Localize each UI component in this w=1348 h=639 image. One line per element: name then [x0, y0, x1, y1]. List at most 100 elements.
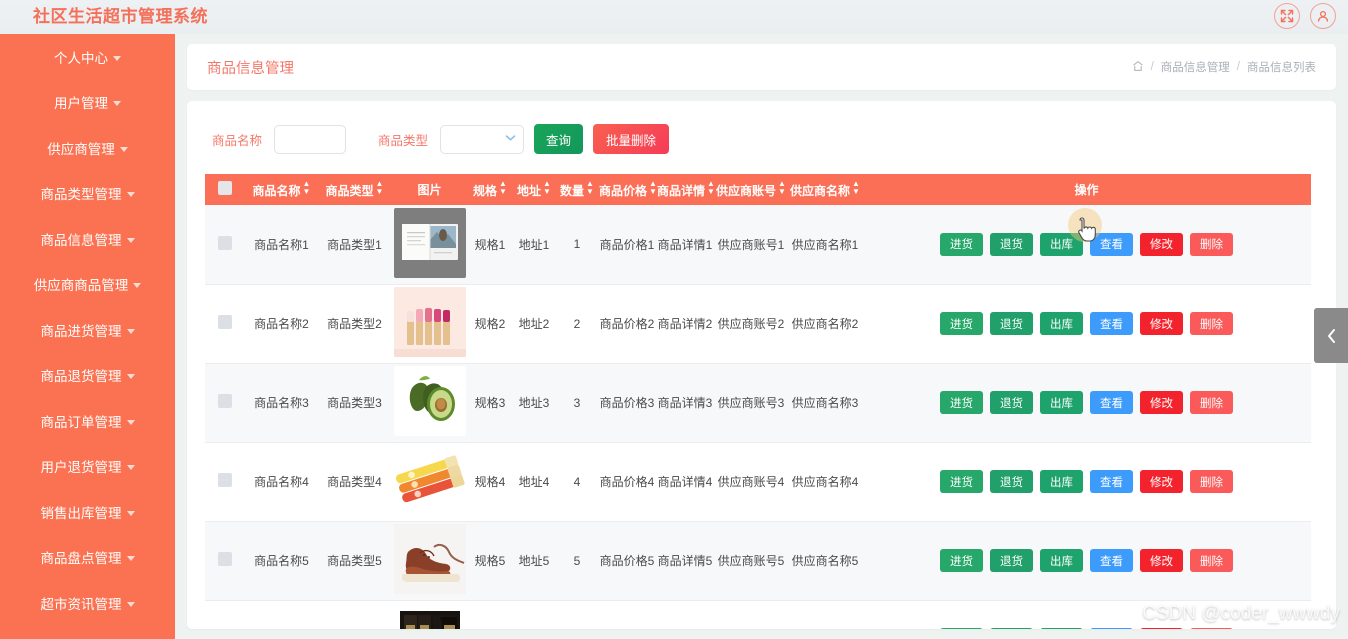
sidebar-item-4[interactable]: 商品信息管理: [0, 216, 175, 262]
cell-product-type: 商品类型4: [318, 442, 391, 522]
cell-spec: 规格3: [468, 363, 512, 443]
expand-arrows-icon[interactable]: [1274, 3, 1300, 29]
delete-button[interactable]: 删除: [1190, 312, 1233, 335]
row-checkbox[interactable]: [218, 235, 232, 250]
edit-button[interactable]: 修改: [1140, 549, 1183, 572]
col-product-name[interactable]: 商品名称 ▲ ▼: [245, 174, 318, 205]
edit-button[interactable]: 修改: [1140, 628, 1183, 629]
main-content: 商品信息管理 / 商品信息管理 / 商品信息列表 商品名称 商品类型 查询 批量…: [175, 34, 1348, 639]
row-checkbox[interactable]: [218, 473, 232, 487]
sidebar-item-1[interactable]: 用户管理: [0, 80, 175, 126]
view-button[interactable]: 查看: [1090, 391, 1133, 414]
topbar-actions: [1274, 3, 1336, 29]
restock-button[interactable]: 进货: [940, 312, 983, 335]
restock-button[interactable]: 进货: [940, 232, 983, 256]
cell-quantity: 5: [556, 521, 598, 601]
col-supplier-account[interactable]: 供应商账号 ▲ ▼: [714, 174, 788, 205]
sidebar-item-10[interactable]: 销售出库管理: [0, 489, 175, 535]
cell-price: 商品价格4: [598, 442, 656, 522]
select-all-checkbox[interactable]: [218, 181, 232, 195]
delete-button[interactable]: 删除: [1190, 391, 1233, 414]
return-button[interactable]: 退货: [990, 549, 1033, 572]
view-button[interactable]: 查看: [1090, 232, 1133, 256]
sidebar-item-8[interactable]: 商品订单管理: [0, 398, 175, 444]
col-label: 规格: [473, 184, 498, 198]
content-panel: 商品名称 商品类型 查询 批量删除 商品名称 ▲ ▼ 商品类型 ▲ ▼ 图片 规…: [187, 101, 1336, 629]
delete-button[interactable]: 删除: [1190, 232, 1233, 256]
sidebar-item-5[interactable]: 供应商商品管理: [0, 262, 175, 308]
magazine-photo[interactable]: [393, 207, 466, 278]
row-checkbox[interactable]: [218, 315, 232, 329]
outbound-button[interactable]: 出库: [1040, 312, 1083, 335]
table-row: 商品名称1 商品类型1 规格1 地址1 1 商品价格1 商品详情1 供应商账号1…: [205, 205, 1311, 285]
lipstick-photo[interactable]: [393, 287, 466, 357]
edit-button[interactable]: 修改: [1140, 312, 1183, 335]
outbound-button[interactable]: 出库: [1040, 232, 1083, 256]
side-panel-toggle[interactable]: [1314, 308, 1348, 363]
product-type-select[interactable]: [440, 124, 525, 154]
row-checkbox[interactable]: [218, 552, 232, 566]
outbound-button[interactable]: 出库: [1040, 391, 1083, 414]
sidebar-item-2[interactable]: 供应商管理: [0, 125, 175, 171]
breadcrumb-item-0[interactable]: 商品信息管理: [1161, 59, 1230, 75]
sidebar-item-6[interactable]: 商品进货管理: [0, 307, 175, 353]
col-price[interactable]: 商品价格 ▲ ▼: [598, 174, 657, 205]
app-title: 社区生活超市管理系统: [33, 7, 208, 26]
col-label: 供应商账号: [716, 184, 777, 198]
col-spec[interactable]: 规格 ▲ ▼: [468, 174, 512, 205]
cell-price: 商品价格1: [598, 205, 656, 285]
col-label: 图片: [417, 183, 442, 197]
book-set-photo[interactable]: [393, 603, 466, 629]
restock-button[interactable]: 进货: [940, 549, 983, 572]
batch-delete-button[interactable]: 批量删除: [593, 124, 670, 154]
return-button[interactable]: 退货: [990, 312, 1033, 335]
leather-shoes-photo[interactable]: [393, 524, 466, 594]
sidebar-item-7[interactable]: 商品退货管理: [0, 353, 175, 399]
restock-button[interactable]: 进货: [940, 470, 983, 493]
row-select-cell: [205, 442, 245, 522]
col-address[interactable]: 地址 ▲ ▼: [512, 174, 556, 205]
sidebar-item-12[interactable]: 超市资讯管理: [0, 580, 175, 626]
delete-button[interactable]: 删除: [1190, 549, 1233, 572]
restock-button[interactable]: 进货: [940, 628, 983, 629]
delete-button[interactable]: 删除: [1190, 628, 1233, 629]
view-button[interactable]: 查看: [1090, 312, 1133, 335]
cell-supplier-name: 供应商名称6: [788, 600, 862, 629]
restock-button[interactable]: 进货: [940, 391, 983, 414]
col-product-type[interactable]: 商品类型 ▲ ▼: [318, 174, 391, 205]
view-button[interactable]: 查看: [1090, 628, 1133, 629]
outbound-button[interactable]: 出库: [1040, 549, 1083, 572]
outbound-button[interactable]: 出库: [1040, 628, 1083, 629]
sidebar-item-9[interactable]: 用户退货管理: [0, 444, 175, 490]
return-button[interactable]: 退货: [990, 628, 1033, 629]
row-actions: 进货 退货 出库 查看 修改 删除: [863, 232, 1310, 256]
view-button[interactable]: 查看: [1090, 470, 1133, 493]
home-icon[interactable]: [1132, 60, 1144, 75]
return-button[interactable]: 退货: [990, 391, 1033, 414]
row-checkbox[interactable]: [218, 394, 232, 408]
snack-rolls-photo[interactable]: [393, 445, 466, 515]
return-button[interactable]: 退货: [990, 470, 1033, 493]
top-bar: 社区生活超市管理系统: [0, 0, 1348, 34]
sidebar-item-label: 销售出库管理: [40, 505, 122, 521]
col-supplier-name[interactable]: 供应商名称 ▲ ▼: [788, 174, 862, 205]
cell-price: 商品价格5: [598, 521, 656, 601]
breadcrumb-separator: /: [1150, 61, 1154, 73]
view-button[interactable]: 查看: [1090, 549, 1133, 572]
outbound-button[interactable]: 出库: [1040, 470, 1083, 493]
col-image: 图片: [391, 174, 468, 205]
sidebar-item-0[interactable]: 个人中心: [0, 34, 175, 80]
sidebar-item-11[interactable]: 商品盘点管理: [0, 535, 175, 581]
edit-button[interactable]: 修改: [1140, 391, 1183, 414]
user-icon[interactable]: [1310, 3, 1336, 29]
sidebar-item-3[interactable]: 商品类型管理: [0, 171, 175, 217]
query-button[interactable]: 查询: [534, 124, 584, 154]
edit-button[interactable]: 修改: [1140, 232, 1183, 256]
avocado-photo[interactable]: [393, 366, 466, 436]
col-detail[interactable]: 商品详情 ▲ ▼: [656, 174, 715, 205]
col-quantity[interactable]: 数量 ▲ ▼: [556, 174, 598, 205]
edit-button[interactable]: 修改: [1140, 470, 1183, 493]
delete-button[interactable]: 删除: [1190, 470, 1233, 493]
return-button[interactable]: 退货: [990, 232, 1033, 256]
product-name-input[interactable]: [274, 124, 347, 154]
